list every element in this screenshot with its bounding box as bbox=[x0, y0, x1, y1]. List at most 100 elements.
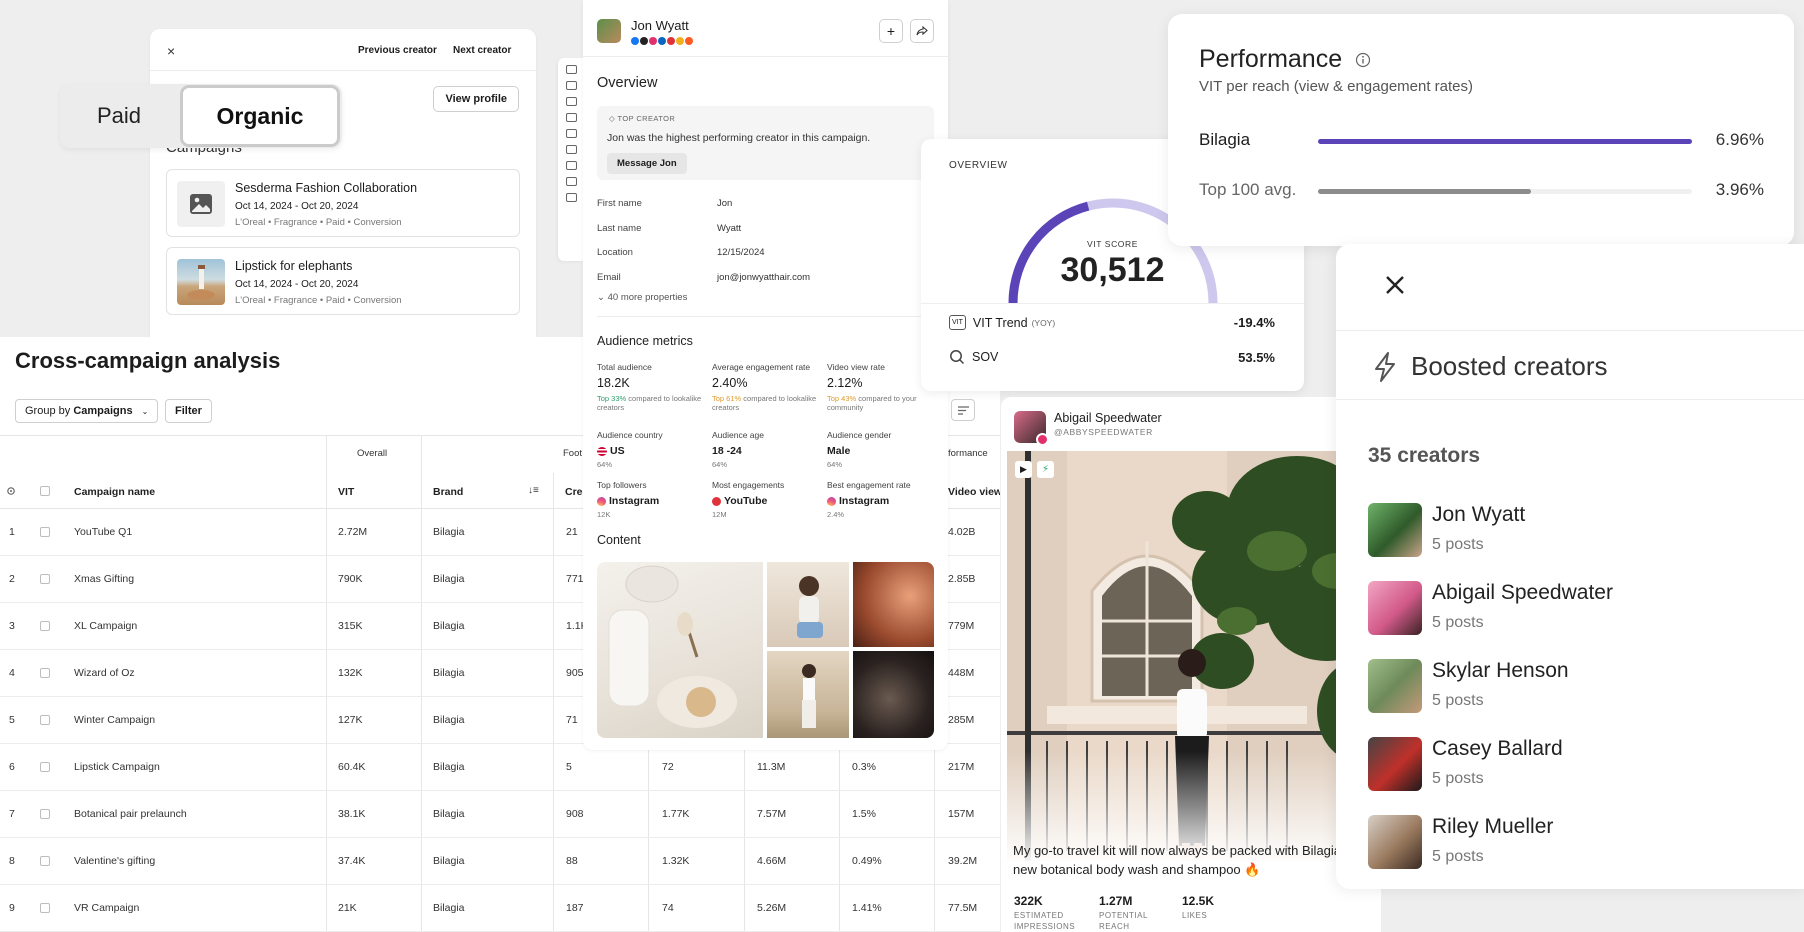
message-tab-icon[interactable] bbox=[565, 177, 577, 186]
boosted-creator-name: Riley Mueller bbox=[1432, 815, 1554, 838]
cell-c1: 908 bbox=[566, 808, 584, 820]
row-checkbox[interactable] bbox=[40, 715, 50, 725]
info-icon[interactable] bbox=[1355, 52, 1371, 68]
cell-vit: 790K bbox=[338, 573, 363, 585]
share-icon[interactable] bbox=[910, 19, 934, 43]
table-row[interactable]: 7 Botanical pair prelaunch 38.1K Bilagia 908… bbox=[0, 791, 1000, 838]
audience-metric: Top followers Instagram 12K bbox=[597, 480, 707, 519]
campaign-list-item[interactable]: Sesderma Fashion Collaboration Oct 14, 2… bbox=[166, 169, 520, 237]
content-image[interactable] bbox=[767, 562, 849, 647]
next-creator-button[interactable]: Next creator bbox=[453, 45, 511, 56]
row-checkbox[interactable] bbox=[40, 903, 50, 913]
table-row[interactable]: 9 VR Campaign 21K Bilagia 187 74 5.26M 1.41% 77.… bbox=[0, 885, 1000, 932]
stat-value: 12.5K bbox=[1182, 894, 1215, 908]
more-properties-toggle[interactable]: ⌄ 40 more properties bbox=[597, 292, 687, 303]
target-tab-icon[interactable] bbox=[565, 113, 577, 122]
clipboard-tab-icon[interactable] bbox=[565, 161, 577, 170]
content-image[interactable] bbox=[597, 562, 763, 738]
vit-trend-row: VIT VIT Trend (YOY) -19.4% bbox=[949, 315, 1275, 330]
row-checkbox[interactable] bbox=[40, 809, 50, 819]
linkedin-icon[interactable] bbox=[658, 37, 666, 45]
row-checkbox[interactable] bbox=[40, 574, 50, 584]
row-checkbox[interactable] bbox=[40, 527, 50, 537]
audience-tab-icon[interactable] bbox=[565, 97, 577, 106]
sort-icon[interactable]: ↓≡ bbox=[528, 485, 539, 496]
cell-vit: 315K bbox=[338, 620, 363, 632]
table-row[interactable]: 8 Valentine's gifting 37.4K Bilagia 88 1.32K 4… bbox=[0, 838, 1000, 885]
cell-brand: Bilagia bbox=[433, 761, 465, 773]
table-row[interactable]: 6 Lipstick Campaign 60.4K Bilagia 5 72 11.3M 0.… bbox=[0, 744, 1000, 791]
metric-label: Most engagements bbox=[712, 480, 785, 490]
row-checkbox[interactable] bbox=[40, 668, 50, 678]
facebook-icon[interactable] bbox=[631, 37, 639, 45]
paid-option[interactable]: Paid bbox=[60, 84, 178, 148]
row-checkbox[interactable] bbox=[40, 856, 50, 866]
column-brand[interactable]: Brand bbox=[433, 486, 463, 498]
filter-button[interactable]: Filter bbox=[165, 399, 212, 423]
top-creator-banner: ◇ TOP CREATOR Jon was the highest perfor… bbox=[597, 106, 934, 180]
content-image[interactable] bbox=[853, 651, 934, 738]
cell-n: 2 bbox=[9, 573, 15, 585]
reddit-icon[interactable] bbox=[685, 37, 693, 45]
previous-creator-button[interactable]: Previous creator bbox=[358, 45, 437, 56]
post-image[interactable]: ▶ ⚡ bbox=[1007, 451, 1381, 861]
group-by-value: Campaigns bbox=[73, 405, 133, 417]
audience-metric: Most engagements YouTube 12M bbox=[712, 480, 822, 519]
view-profile-button[interactable]: View profile bbox=[433, 86, 519, 112]
x-icon[interactable] bbox=[640, 37, 648, 45]
creator-count: 35 creators bbox=[1368, 444, 1481, 467]
boost-bolt-icon[interactable]: ⚡ bbox=[1037, 461, 1054, 478]
metric-sub: 64% bbox=[712, 460, 728, 469]
instagram-icon bbox=[1036, 433, 1049, 446]
avatar bbox=[1368, 659, 1422, 713]
performance-row-label: Top 100 avg. bbox=[1199, 180, 1297, 199]
boosted-creators-header: Boosted creators bbox=[1336, 330, 1804, 400]
panel-topbar: × Previous creator Next creator bbox=[150, 29, 536, 71]
content-image[interactable] bbox=[767, 651, 849, 738]
metric-sub: 2.4% bbox=[827, 510, 845, 519]
video-play-icon[interactable]: ▶ bbox=[1015, 461, 1032, 478]
message-creator-button[interactable]: Message Jon bbox=[607, 153, 687, 174]
organic-option-selected[interactable]: Organic bbox=[180, 85, 340, 147]
avatar bbox=[1368, 737, 1422, 791]
chevrons-tab-icon[interactable] bbox=[565, 145, 577, 154]
campaign-list-item[interactable]: Lipstick for elephants Oct 14, 2024 - Oc… bbox=[166, 247, 520, 315]
row-checkbox[interactable] bbox=[40, 762, 50, 772]
cell-name: YouTube Q1 bbox=[74, 526, 133, 538]
boosted-creator-posts: 5 posts bbox=[1432, 614, 1484, 631]
post-caption: My go-to travel kit will now always be p… bbox=[1013, 843, 1351, 877]
column-vit[interactable]: VIT bbox=[338, 486, 354, 498]
settings-tab-icon[interactable] bbox=[565, 193, 577, 202]
snapchat-icon[interactable] bbox=[676, 37, 684, 45]
row-checkbox[interactable] bbox=[40, 621, 50, 631]
group-by-dropdown[interactable]: Group by Campaigns ⌄ bbox=[15, 399, 159, 423]
cell-c2: 72 bbox=[662, 761, 674, 773]
metric-value-row: Instagram bbox=[597, 495, 707, 507]
cell-c3: 11.3M bbox=[757, 761, 786, 773]
close-icon[interactable] bbox=[1384, 274, 1406, 296]
briefcase-tab-icon[interactable] bbox=[565, 129, 577, 138]
campaign-tags: L'Oreal • Fragrance • Paid • Conversion bbox=[235, 217, 402, 228]
close-icon[interactable]: × bbox=[167, 43, 175, 59]
cell-c1: 771 bbox=[566, 573, 584, 585]
stat-value: 322K bbox=[1014, 894, 1043, 908]
metric-comparison: Top 61% compared to lookalike creators bbox=[712, 394, 822, 413]
media-tab-icon[interactable] bbox=[565, 81, 577, 90]
column-settings-button[interactable] bbox=[951, 399, 975, 421]
gear-icon[interactable] bbox=[6, 486, 16, 496]
column-video-views[interactable]: Video view bbox=[948, 486, 1000, 498]
instagram-icon[interactable] bbox=[649, 37, 657, 45]
youtube-icon[interactable] bbox=[667, 37, 675, 45]
content-image[interactable] bbox=[853, 562, 934, 647]
vit-trend-label-group: VIT VIT Trend (YOY) bbox=[949, 315, 1055, 330]
vit-trend-value: -19.4% bbox=[1233, 315, 1275, 330]
column-campaign-name[interactable]: Campaign name bbox=[74, 486, 155, 498]
profile-tab-icon[interactable] bbox=[565, 65, 577, 74]
metric-value-row: US bbox=[597, 445, 707, 457]
metric-value-row: Instagram bbox=[827, 495, 937, 507]
select-all-checkbox[interactable] bbox=[40, 486, 50, 496]
cell-name: Lipstick Campaign bbox=[74, 761, 160, 773]
cell-c4: 1.5% bbox=[852, 808, 876, 820]
add-button[interactable]: + bbox=[879, 19, 903, 43]
column-creators[interactable]: Cre bbox=[565, 486, 583, 498]
